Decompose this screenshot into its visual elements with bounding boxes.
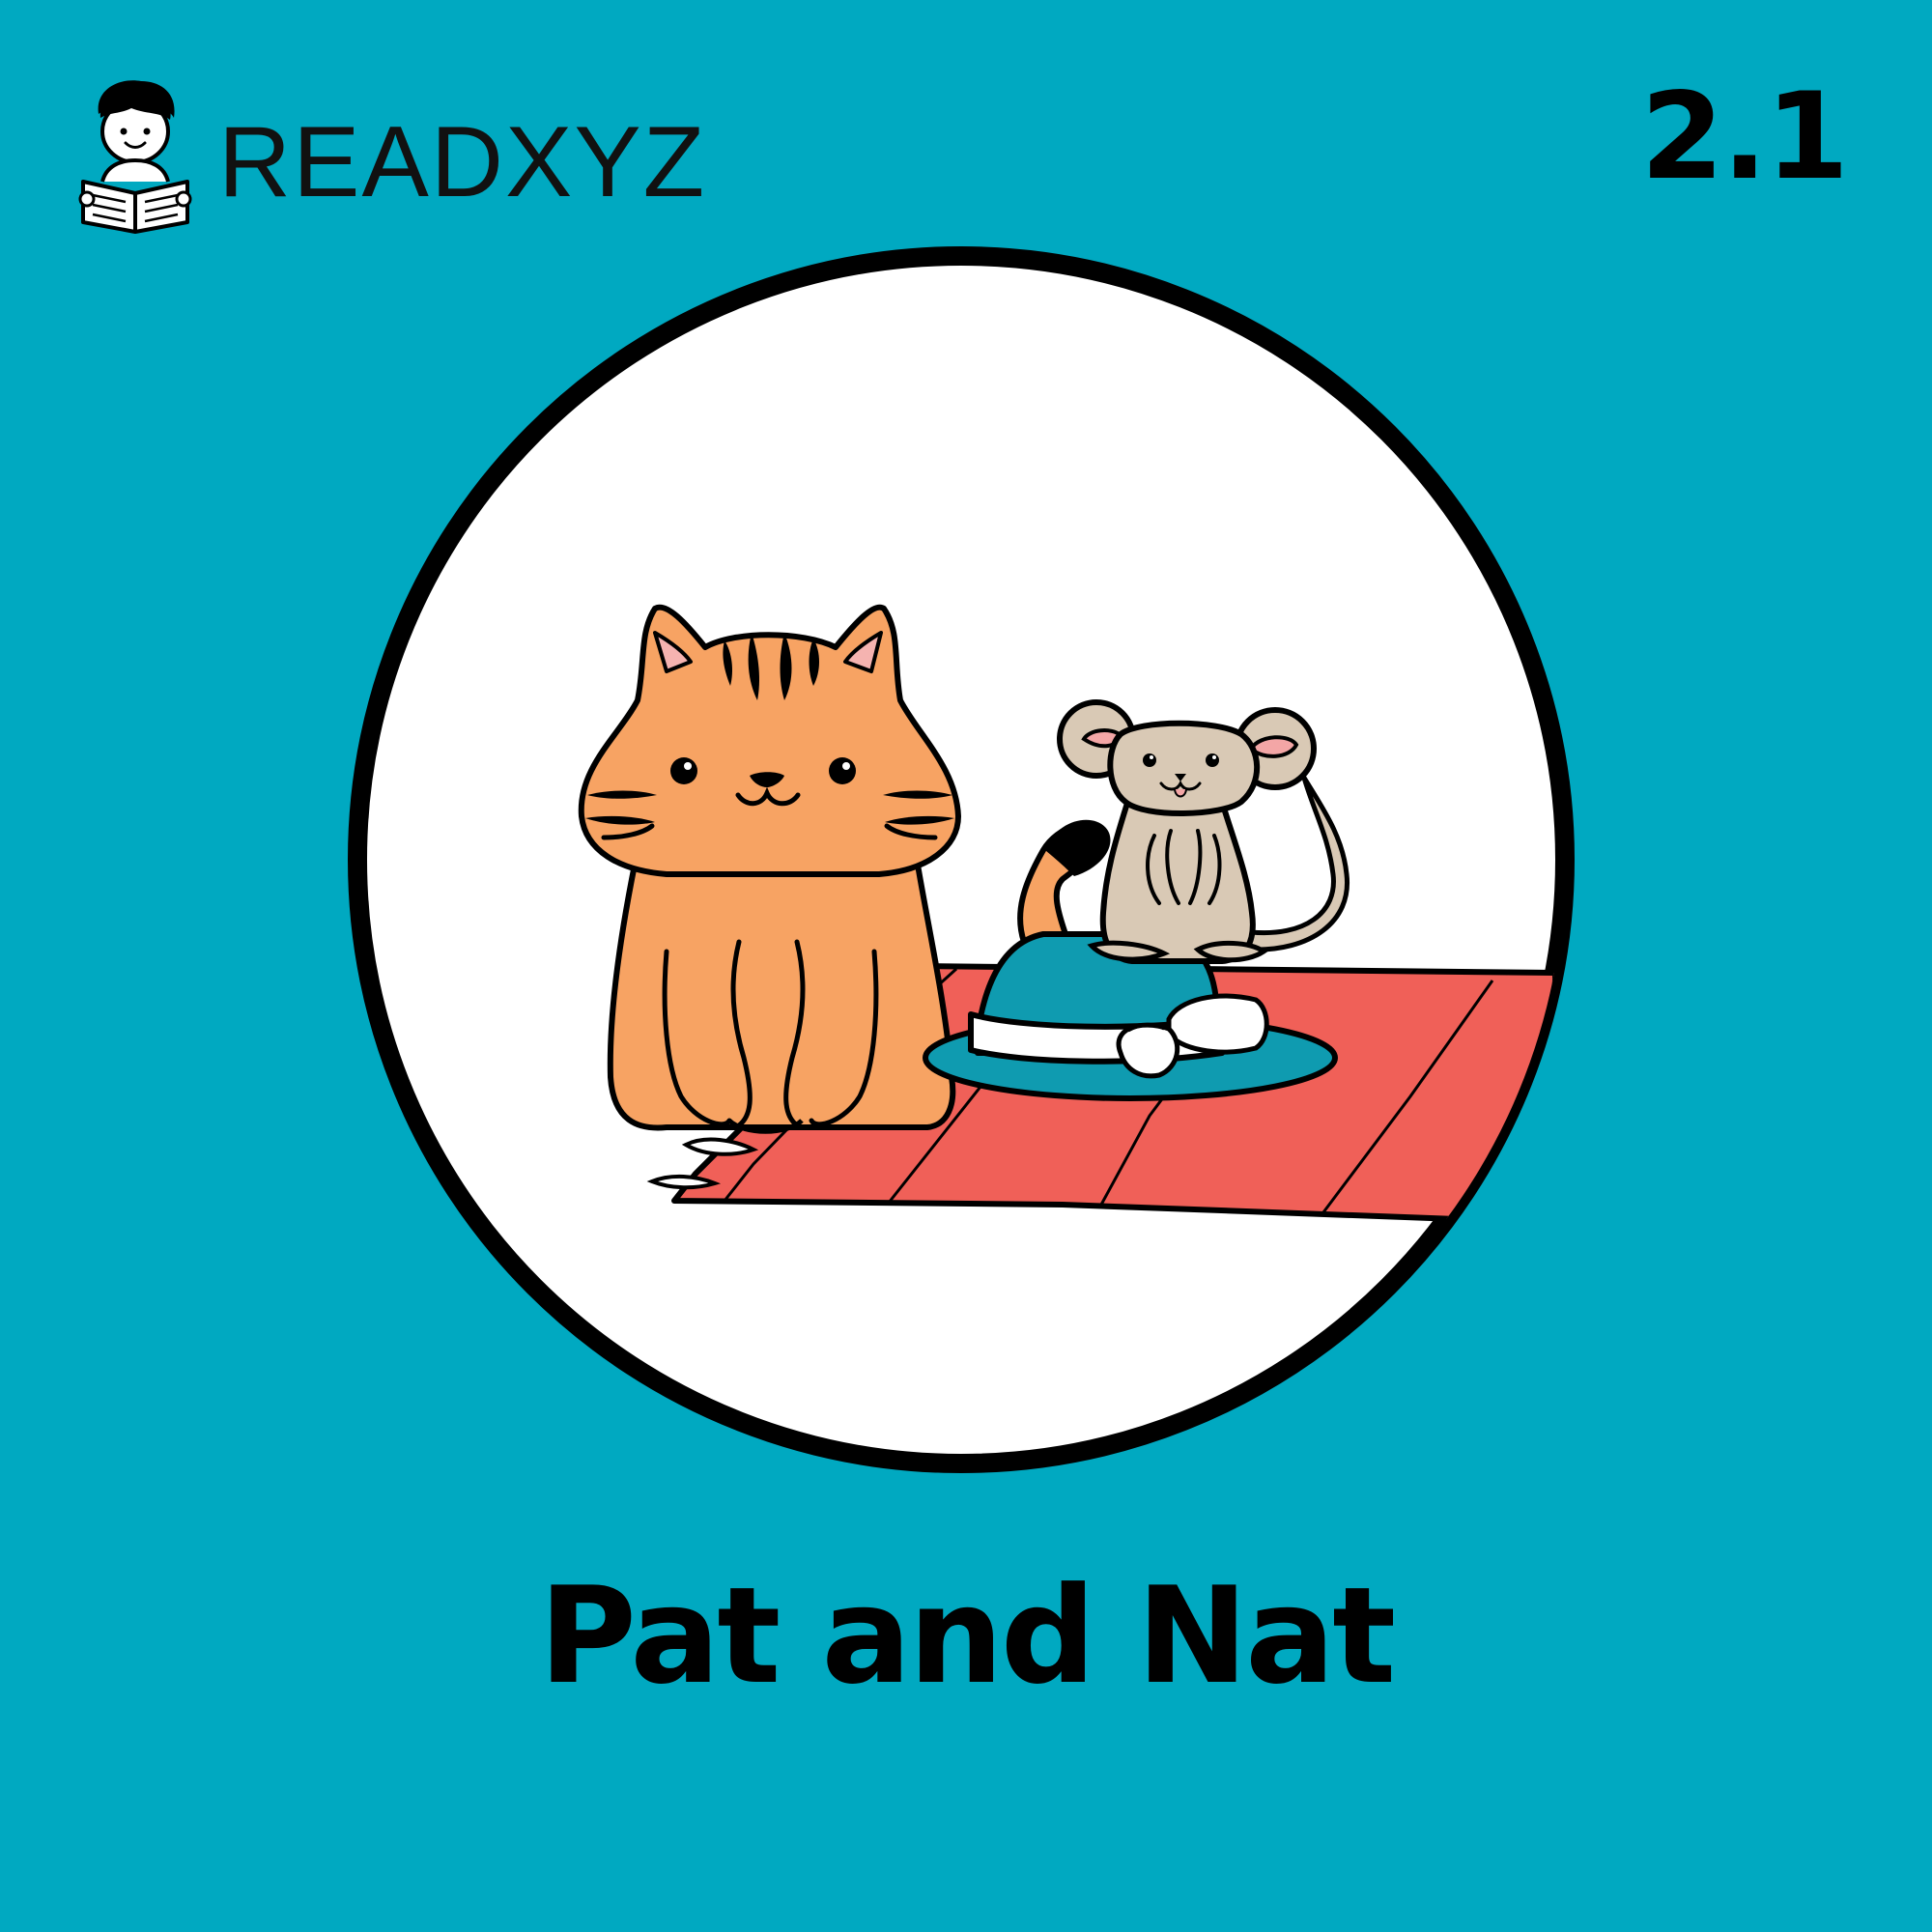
level-number: 2.1 [1640, 68, 1849, 207]
cover-illustration [348, 246, 1575, 1473]
book-title: Pat and Nat [538, 1558, 1396, 1714]
brand-name: READXYZ [218, 105, 707, 218]
illustration-circle [348, 246, 1575, 1473]
cat-icon [578, 604, 961, 1190]
child-reading-book-icon [78, 80, 192, 234]
brand-header: READXYZ [77, 75, 706, 235]
illustration-svg [348, 246, 1575, 1473]
book-cover: READXYZ 2.1 Pat and Nat [0, 0, 1932, 1932]
